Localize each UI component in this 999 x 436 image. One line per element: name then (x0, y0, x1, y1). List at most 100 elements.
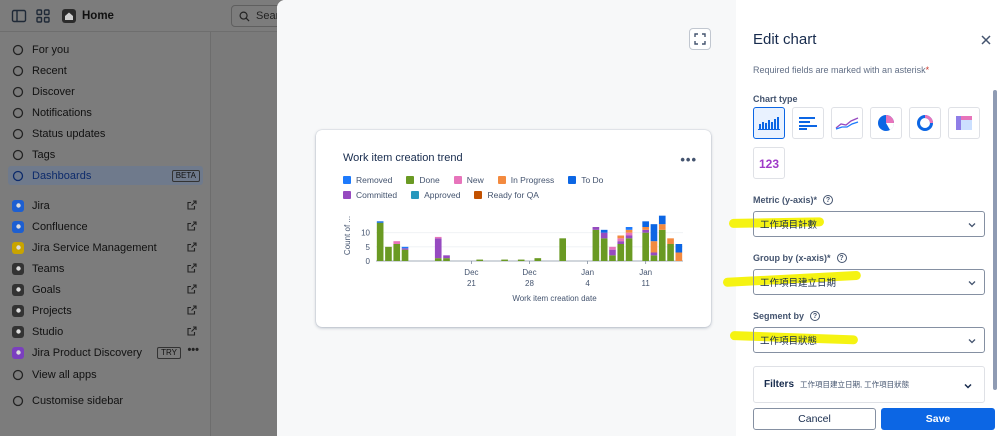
app-switcher-icon[interactable] (35, 8, 51, 24)
sidebar-item-goals[interactable]: Goals (8, 280, 203, 299)
bar-segment (434, 238, 442, 259)
external-link-icon (187, 326, 197, 336)
chart-type-vertical-bar[interactable] (753, 107, 785, 139)
bar-segment (434, 258, 442, 261)
cancel-button[interactable]: Cancel (753, 408, 876, 430)
jsm-icon (12, 241, 24, 254)
segment-by-select[interactable]: 工作項目狀態 (753, 327, 985, 353)
filters-expander[interactable]: Filters 工作項目建立日期, 工作項目狀態 (753, 366, 985, 403)
sidebar-item-discover[interactable]: Discover (8, 82, 203, 101)
bar-segment (534, 258, 542, 261)
sidebar-item-notifications[interactable]: Notifications (8, 103, 203, 122)
chart-type-number[interactable]: 123 (753, 147, 785, 179)
bar-segment (675, 252, 683, 261)
fullscreen-button[interactable] (689, 28, 711, 50)
bar-segment (617, 238, 625, 242)
required-note: Required fields are marked with an aster… (753, 65, 929, 75)
sidebar-item-tags[interactable]: Tags (8, 145, 203, 164)
help-icon[interactable]: ? (823, 195, 834, 205)
pie-chart-icon (878, 115, 895, 131)
sidebar-item-confluence[interactable]: Confluence (8, 217, 203, 236)
chart-type-horizontal-bar[interactable] (792, 107, 824, 139)
bar-segment (393, 241, 401, 244)
chevron-down-icon (968, 339, 976, 344)
bar-segment (625, 235, 633, 239)
sidebar-item-label: Tags (32, 148, 56, 161)
bar-segment (650, 224, 658, 242)
bar-segment (650, 255, 658, 261)
goals-icon (12, 283, 24, 296)
sidebar-item-view-all-apps[interactable]: View all apps (8, 365, 203, 384)
chart-type-label: Chart type (753, 94, 798, 104)
sidebar-item-jira-product-discovery[interactable]: Jira Product Discovery TRY ••• (8, 343, 203, 362)
sidebar-toggle-icon[interactable] (11, 8, 27, 24)
scrollbar[interactable] (993, 90, 997, 390)
help-icon[interactable]: ? (836, 253, 847, 263)
expand-icon (694, 33, 706, 45)
sidebar-item-teams[interactable]: Teams (8, 259, 203, 278)
chart-type-donut[interactable] (909, 107, 941, 139)
sidebar-item-jira-service-management[interactable]: Jira Service Management (8, 238, 203, 257)
sidebar-item-label: Jira Service Management (32, 241, 157, 254)
bar-segment (385, 246, 392, 261)
edit-chart-panel: Edit chart Required fields are marked wi… (722, 0, 999, 436)
group-by-select[interactable]: 工作項目建立日期 (753, 269, 985, 295)
help-icon[interactable]: ? (810, 311, 821, 321)
sidebar-item-jira[interactable]: Jira (8, 196, 203, 215)
chart-card: Work item creation trend ••• Removed Done… (316, 130, 711, 327)
segment-by-label: Segment by? (753, 311, 821, 321)
chart-type-line[interactable] (831, 107, 863, 139)
metric-label: Metric (y-axis)*? (753, 195, 834, 205)
sidebar-item-projects[interactable]: Projects (8, 301, 203, 320)
bar-segment (501, 259, 508, 261)
group-by-value: 工作項目建立日期 (760, 278, 837, 289)
search-icon (239, 11, 250, 22)
filters-summary: 工作項目建立日期, 工作項目狀態 (800, 380, 910, 389)
bar-segment (376, 222, 384, 261)
bar-segment (517, 259, 525, 261)
more-options-icon[interactable]: ••• (187, 344, 199, 356)
sidebar-item-studio[interactable]: Studio (8, 322, 203, 341)
bar-segment (376, 221, 384, 223)
bar-segment (650, 241, 658, 253)
sidebar-item-label: Studio (32, 325, 64, 338)
line-chart-icon (835, 117, 859, 130)
bar-segment (609, 246, 616, 250)
sidebar-badge: BETA (171, 170, 200, 182)
chart-type-table[interactable] (948, 107, 980, 139)
home-button[interactable]: Home (58, 5, 120, 27)
bar-segment (393, 244, 401, 261)
chart-type-pie[interactable] (870, 107, 902, 139)
asterisk: * (925, 65, 930, 75)
sidebar-item-customise-sidebar[interactable]: Customise sidebar (8, 391, 203, 410)
bar-segment (642, 229, 649, 233)
metric-select[interactable]: 工作項目計數 (753, 211, 985, 237)
save-button[interactable]: Save (881, 408, 995, 430)
sidebar-item-label: View all apps (32, 368, 97, 381)
bar-segment (642, 227, 649, 230)
sidebar-item-recent[interactable]: Recent (8, 61, 203, 80)
dashboard-icon (12, 170, 24, 182)
bar-segment (592, 229, 600, 261)
external-link-icon (187, 200, 197, 210)
sidebar-item-for-you[interactable]: For you (8, 40, 203, 59)
home-label: Home (82, 10, 114, 22)
close-icon[interactable] (979, 33, 993, 47)
bar-segment (443, 258, 450, 261)
sidebar-badge: TRY (157, 347, 181, 359)
home-icon (62, 9, 76, 23)
sidebar-item-label: Teams (32, 262, 65, 275)
sidebar-item-status-updates[interactable]: Status updates (8, 124, 203, 143)
bar-segment (658, 224, 666, 230)
external-link-icon (187, 242, 197, 252)
sliders-icon (12, 395, 24, 407)
required-note-text: Required fields are marked with an aster… (753, 65, 926, 75)
bar-segment (600, 238, 608, 261)
x-tick-label: 4 (585, 279, 590, 288)
bar-segment (642, 221, 649, 227)
chevron-down-icon (968, 281, 976, 286)
compass-icon (12, 86, 24, 98)
vertical-bar-chart-icon (758, 117, 780, 130)
megaphone-icon (12, 128, 24, 140)
sidebar-item-dashboards[interactable]: Dashboards BETA (8, 166, 203, 185)
